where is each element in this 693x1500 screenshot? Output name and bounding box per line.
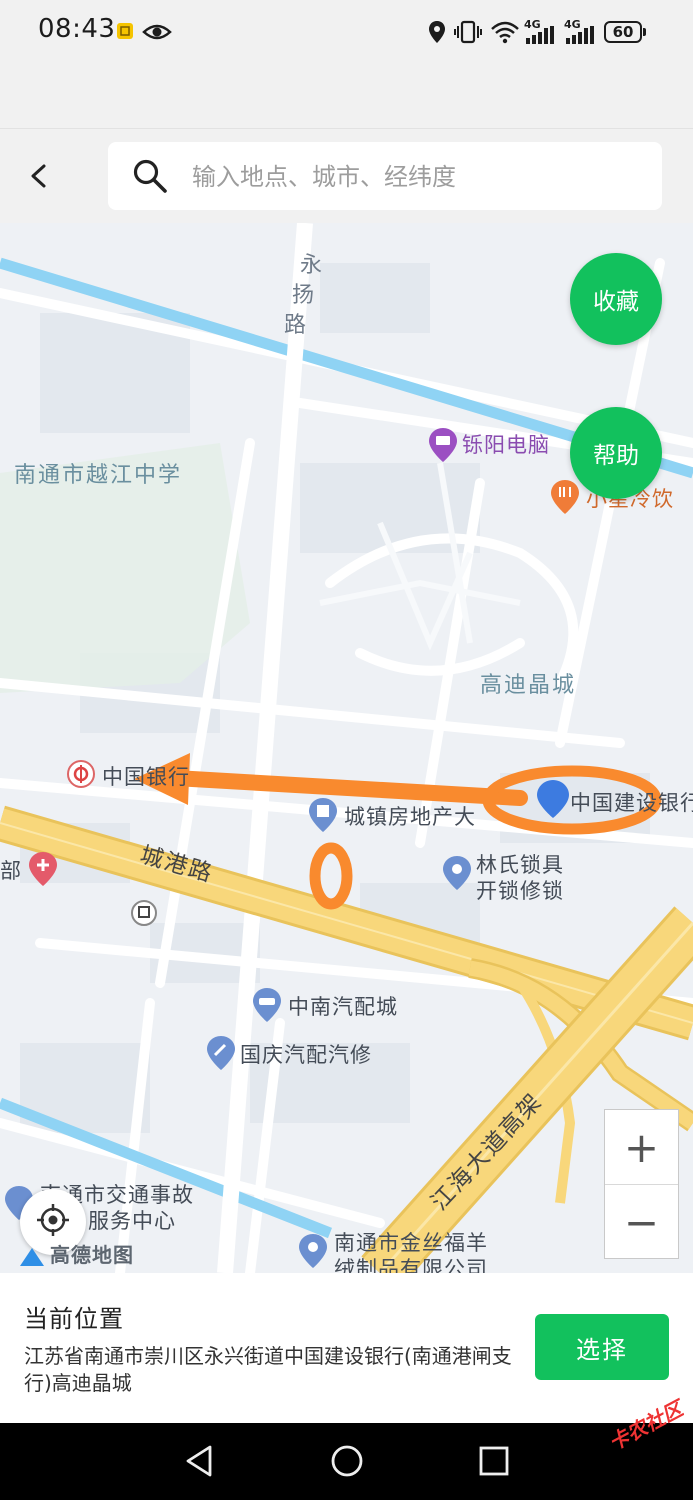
back-icon[interactable] [22,159,56,193]
current-location-title: 当前位置 [24,1305,124,1333]
poi-ccb[interactable]: 中国建设银行 [570,787,693,817]
poi-traffic-2[interactable]: 服务中心 [88,1205,176,1235]
map-base [0,223,693,1273]
lock-pin-icon[interactable] [442,855,472,895]
food-pin-icon[interactable] [550,479,580,519]
amap-logo: 高德地图 [18,1239,134,1268]
poi-auto-parts[interactable]: 中南汽配城 [288,991,398,1021]
crosshair-icon [35,1202,71,1242]
bank-pin-icon[interactable] [66,759,96,793]
status-time: 08:43 [38,14,116,44]
zoom-out-button[interactable]: − [605,1185,678,1259]
wrench-pin-icon[interactable] [206,1035,236,1075]
help-button[interactable]: 帮助 [570,407,662,499]
nav-back-icon[interactable] [184,1443,214,1483]
area-label-school: 南通市越江中学 [14,463,183,488]
poi-shuoyang[interactable]: 铄阳电脑 [462,429,550,459]
poi-hospital-partial[interactable]: 部 [0,855,22,885]
notification-icon [116,22,134,44]
road-label-yongyang-3: 路 [284,313,309,338]
search-header [0,128,693,224]
amap-logo-text: 高德地图 [50,1243,134,1267]
search-box[interactable] [108,142,662,210]
hospital-pin-icon[interactable] [28,851,58,891]
search-input[interactable] [190,154,634,200]
location-icon [428,20,446,48]
eye-icon [142,22,172,46]
location-panel: 当前位置 江苏省南通市崇川区永兴街道中国建设银行(南通港闸支行)高迪晶城 选择 [0,1273,693,1423]
poi-realty[interactable]: 城镇房地产大 [344,801,476,831]
current-location-address: 江苏省南通市崇川区永兴街道中国建设银行(南通港闸支行)高迪晶城 [24,1344,512,1395]
ccb-pin-icon[interactable] [536,779,570,823]
signal-icon [526,26,556,48]
signal-icon [566,26,596,48]
nav-recents-icon[interactable] [478,1443,510,1483]
zoom-in-button[interactable]: + [605,1110,678,1184]
road-label-yongyang-2: 扬 [292,283,317,308]
car-pin-icon[interactable] [252,987,282,1027]
bus-pin-icon[interactable] [130,899,158,933]
computer-shop-pin-icon[interactable] [428,427,458,467]
nav-home-icon[interactable] [330,1443,364,1483]
road-label-yongyang-1: 永 [300,253,325,278]
wifi-icon [490,20,520,48]
zoom-controls: + − [604,1109,679,1259]
battery-icon: 60 [604,21,646,43]
favorite-button[interactable]: 收藏 [570,253,662,345]
poi-lock-2[interactable]: 开锁修锁 [476,875,564,905]
search-icon [132,158,168,198]
poi-boc[interactable]: 中国银行 [102,761,190,791]
status-bar: 08:43 4G 4G 60 [0,0,693,66]
company-pin-icon[interactable] [298,1233,328,1273]
system-nav-bar [0,1423,693,1500]
realty-pin-icon[interactable] [308,797,338,837]
vibrate-icon [454,20,482,48]
area-label-gaodi: 高迪晶城 [480,673,577,698]
select-button[interactable]: 选择 [535,1314,669,1380]
poi-wool-2[interactable]: 绒制品有限公司 [334,1253,488,1273]
poi-auto-repair[interactable]: 国庆汽配汽修 [240,1039,372,1069]
map-view[interactable]: 永 扬 路 城港路 江海大道高架 南通市越江中学 高迪晶城 铄阳电脑 小星冷饮 … [0,223,693,1273]
